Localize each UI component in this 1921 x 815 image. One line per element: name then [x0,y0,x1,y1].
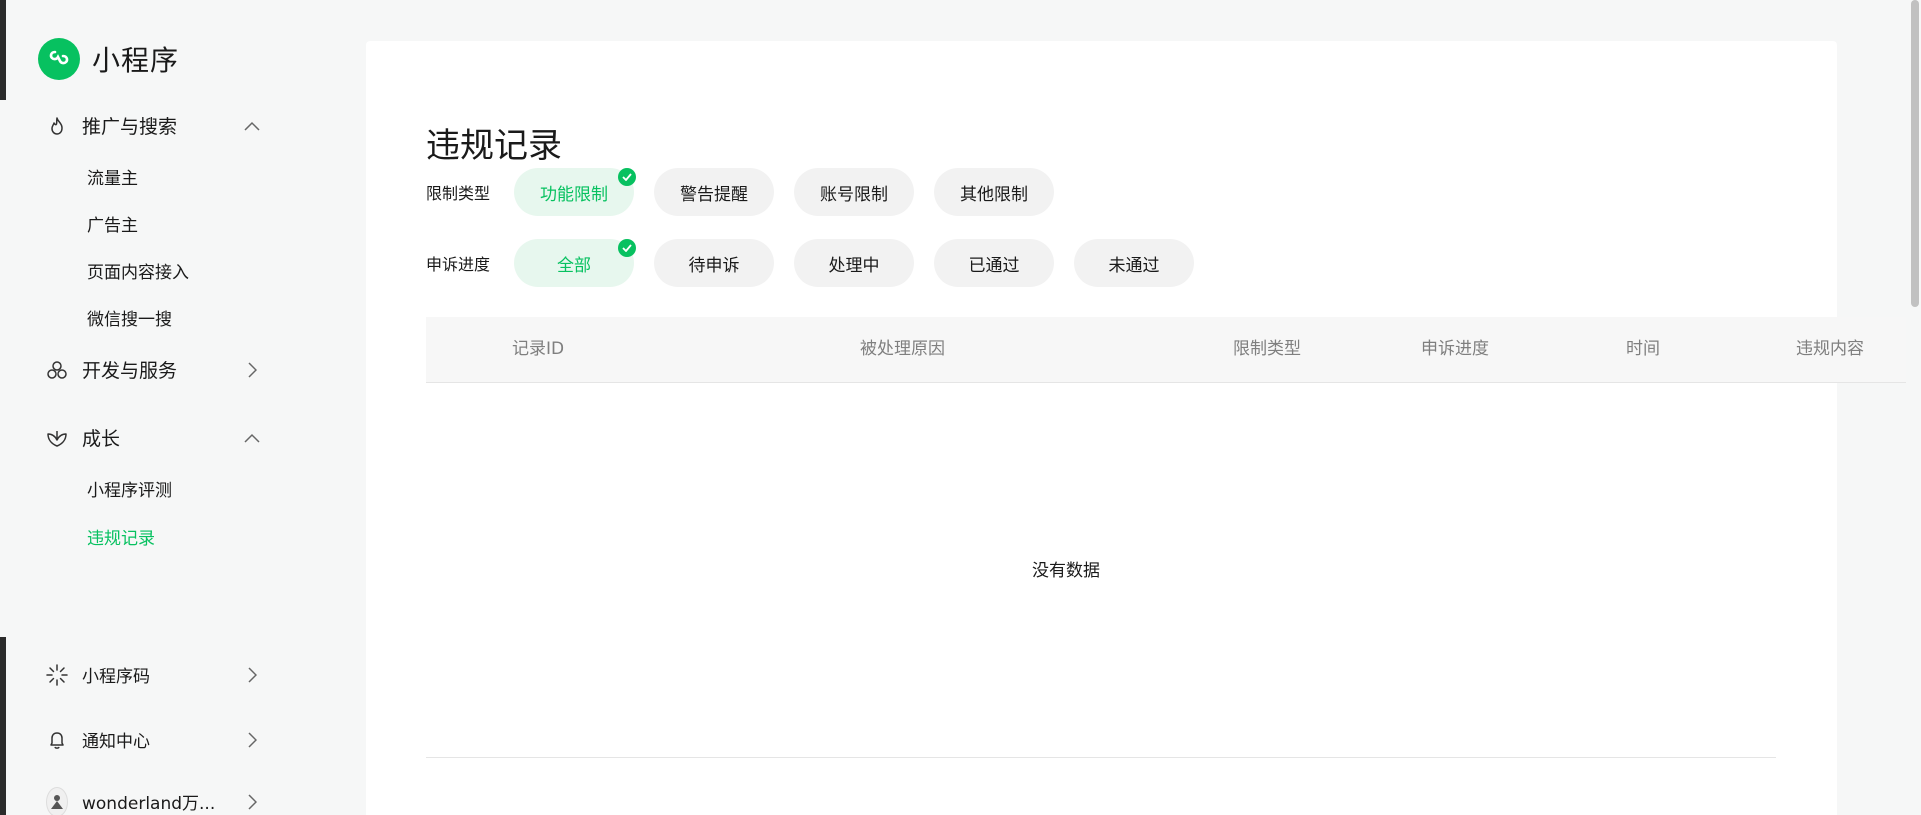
sidebar-item-traffic-master[interactable]: 流量主 [87,164,138,189]
chevron-right-icon[interactable] [243,731,261,749]
sidebar-item-notifications[interactable]: 通知中心 [46,727,261,752]
scrollbar-thumb[interactable] [1911,0,1919,307]
chip-pending-appeal[interactable]: 待申诉 [654,239,774,287]
flame-icon [46,115,68,137]
sidebar-item-violations[interactable]: 违规记录 [87,524,155,549]
nav-label: 小程序码 [82,667,150,687]
column-header-reason: 被处理原因 [860,339,945,359]
chip-label: 待申诉 [688,255,740,276]
column-header-appeal-progress: 申诉进度 [1421,339,1489,359]
chip-label: 账号限制 [820,184,888,205]
qrcode-sparkle-icon [46,663,68,686]
nav-group-growth[interactable]: 成长 [46,424,261,451]
nav-group-label: 推广与搜索 [82,116,178,138]
check-icon [618,168,636,186]
sidebar-item-wechat-search[interactable]: 微信搜一搜 [87,305,172,330]
chip-warning[interactable]: 警告提醒 [654,168,774,216]
chip-account-limit[interactable]: 账号限制 [794,168,914,216]
chip-rejected[interactable]: 未通过 [1074,239,1194,287]
nav-group-label: 成长 [82,428,121,450]
services-icon [46,359,68,381]
nav-label: 通知中心 [82,732,150,752]
check-icon [618,239,636,257]
chip-processing[interactable]: 处理中 [794,239,914,287]
avatar [46,786,68,815]
chip-label: 处理中 [828,255,880,276]
sidebar-item-advertiser[interactable]: 广告主 [87,211,138,236]
sidebar-item-qrcode[interactable]: 小程序码 [46,662,261,687]
page: 小程序 推广与搜索 流量主 广告主 页面内容接入 微信搜一搜 开发与服务 成长 … [0,0,1921,815]
account-name: wonderland万... [82,794,216,814]
page-title: 违规记录 [426,125,562,166]
avatar-wrap [46,786,68,815]
account-menu[interactable]: wonderland万... [46,786,261,815]
bell-icon [46,729,68,751]
column-header-record-id: 记录ID [512,339,565,359]
column-header-violation-content: 违规内容 [1796,339,1864,359]
brand[interactable]: 小程序 [38,38,179,80]
filter-label: 申诉进度 [426,255,491,274]
chevron-up-icon[interactable] [243,117,261,135]
empty-state-text: 没有数据 [1032,561,1100,581]
nav-group-promotion[interactable]: 推广与搜索 [46,112,261,139]
chip-function-limit[interactable]: 功能限制 [514,168,636,216]
chevron-right-icon[interactable] [243,793,261,811]
filter-appeal-progress: 申诉进度 全部 待申诉 处理中 已通过 未通过 [426,239,1214,287]
column-header-restriction-type: 限制类型 [1233,339,1301,359]
chevron-up-icon[interactable] [243,429,261,447]
chip-approved[interactable]: 已通过 [934,239,1054,287]
nav-group-dev-services[interactable]: 开发与服务 [46,356,261,383]
table-divider [426,757,1776,758]
filter-restriction-type: 限制类型 功能限制 警告提醒 账号限制 其他限制 [426,168,1074,216]
brand-title: 小程序 [92,44,180,77]
sidebar: 小程序 推广与搜索 流量主 广告主 页面内容接入 微信搜一搜 开发与服务 成长 … [6,0,366,815]
sidebar-item-page-content[interactable]: 页面内容接入 [87,258,189,283]
filter-label: 限制类型 [426,184,491,203]
chip-label: 未通过 [1108,255,1160,276]
chip-label: 全部 [557,255,591,276]
chip-label: 警告提醒 [680,184,748,205]
chevron-right-icon[interactable] [243,666,261,684]
chevron-right-icon[interactable] [243,361,261,379]
growth-icon [46,427,68,449]
chip-label: 其他限制 [960,184,1028,205]
column-header-time: 时间 [1626,339,1660,359]
chip-other-limit[interactable]: 其他限制 [934,168,1054,216]
chip-all[interactable]: 全部 [514,239,636,287]
sidebar-item-evaluation[interactable]: 小程序评测 [87,476,172,501]
chip-label: 已通过 [968,255,1020,276]
table-header: 记录ID 被处理原因 限制类型 申诉进度 时间 违规内容 [426,317,1906,383]
chip-label: 功能限制 [540,184,608,205]
miniprogram-logo-icon [38,38,80,80]
main-card: 违规记录 限制类型 功能限制 警告提醒 账号限制 其他限制 申诉进度 全部 待申… [366,41,1906,815]
nav-group-label: 开发与服务 [82,360,178,382]
